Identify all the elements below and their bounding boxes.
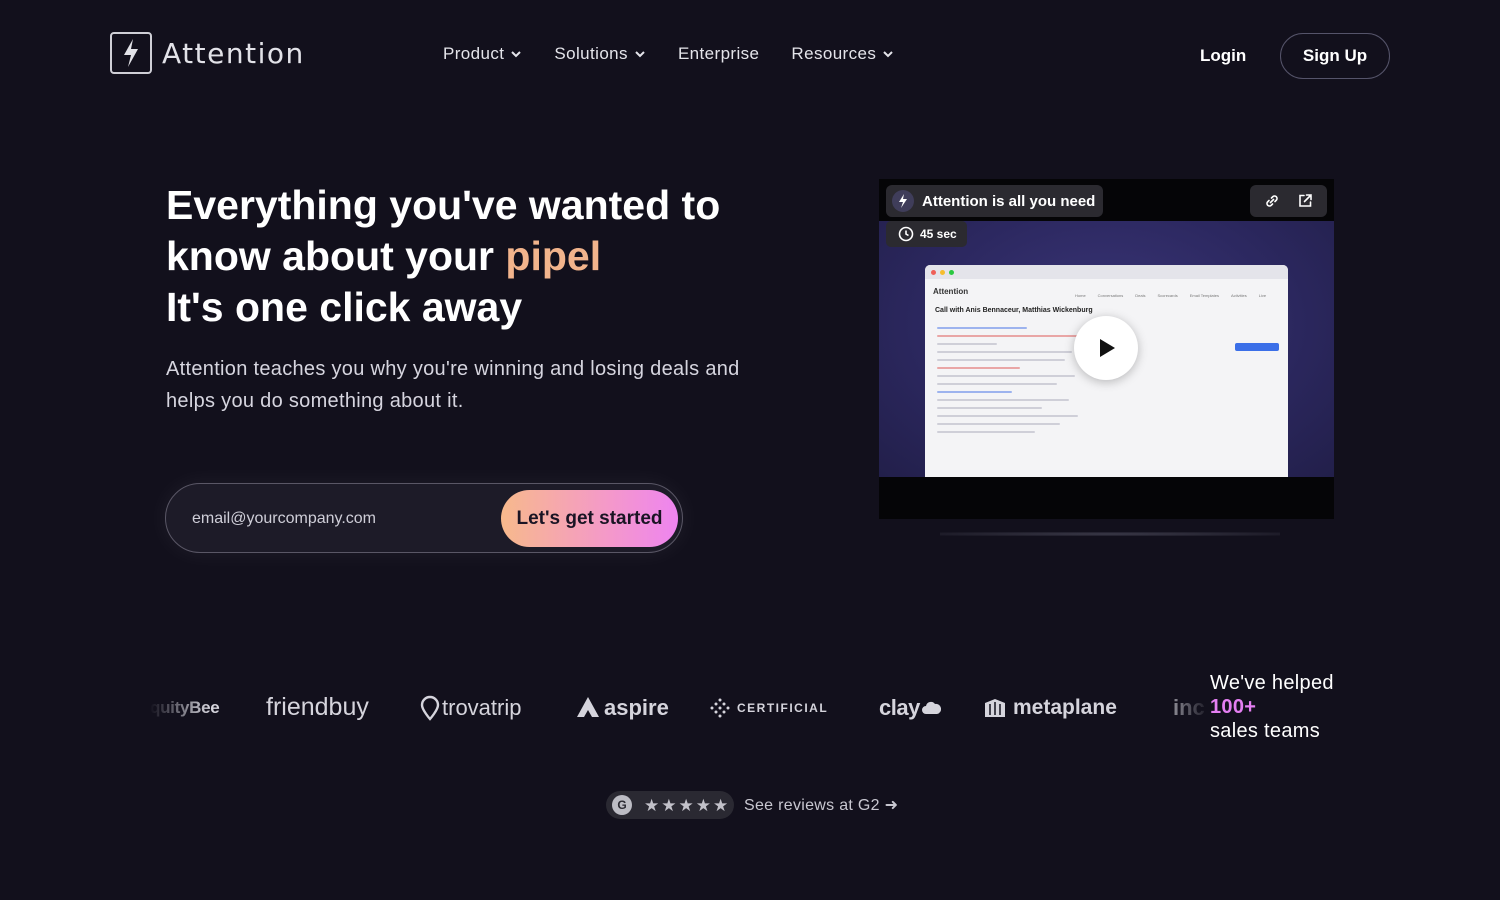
chevron-down-icon	[511, 51, 522, 58]
video-title: Attention is all you need	[922, 192, 1096, 210]
chevron-down-icon	[635, 51, 645, 58]
video-glow	[940, 532, 1280, 536]
g2-rating-badge[interactable]: G ★ ★ ★ ★ ★	[606, 791, 734, 819]
app-transcript	[937, 327, 1087, 439]
logo-row: quityBee friendbuy trovatrip aspire CERT…	[150, 670, 1210, 745]
star-icon: ★	[678, 795, 694, 815]
nav-item-product[interactable]: Product	[443, 44, 522, 64]
cloud-icon	[921, 701, 941, 714]
brand-logo-friendbuy: friendbuy	[266, 693, 369, 721]
link-icon[interactable]	[1263, 192, 1281, 210]
video-player[interactable]: Attention Home Conversations Deals Score…	[879, 179, 1334, 519]
brand-logo-aspire: aspire	[575, 695, 709, 721]
lightning-bolt-icon	[892, 190, 914, 212]
video-duration: 45 sec	[886, 221, 967, 247]
app-nav-item: Home	[1075, 293, 1086, 298]
external-link-icon[interactable]	[1296, 192, 1314, 210]
browser-bar	[925, 265, 1288, 279]
brand-logo-trovatrip: trovatrip	[420, 695, 575, 721]
app-heading: Call with Anis Bennaceur, Matthias Wicke…	[935, 307, 1093, 314]
helped-line3: sales teams	[1210, 720, 1321, 742]
play-icon	[1100, 339, 1115, 357]
brand-name: Attention	[162, 36, 305, 70]
lightning-bolt-icon	[110, 32, 152, 74]
video-title-pill: Attention is all you need	[886, 185, 1104, 217]
brand-logo[interactable]: Attention	[110, 32, 305, 74]
brand-logo-certificial: CERTIFICIAL	[709, 697, 879, 719]
dots-grid-icon	[710, 698, 730, 717]
top-nav: Attention Product Solutions Enterprise R…	[0, 0, 1500, 112]
app-logo: Attention	[933, 287, 969, 296]
star-icon: ★	[713, 795, 729, 815]
login-link[interactable]: Login	[1200, 46, 1246, 66]
g2-reviews-link[interactable]: See reviews at G2 ➜	[744, 795, 898, 815]
hero-title-line3: It's one click away	[166, 284, 523, 330]
app-nav-item: Deals	[1135, 293, 1146, 298]
star-icon: ★	[644, 795, 660, 815]
nav-item-resources[interactable]: Resources	[791, 44, 894, 64]
signup-button[interactable]: Sign Up	[1280, 33, 1390, 79]
app-nav-item: Scorecards	[1157, 293, 1178, 298]
logo-fade-left	[150, 670, 210, 745]
brand-logo-metaplane: metaplane	[983, 696, 1173, 720]
email-input[interactable]	[192, 506, 492, 532]
app-nav-item: Activities	[1231, 293, 1247, 298]
nav-item-label: Enterprise	[677, 44, 760, 63]
metaplane-mark-icon	[985, 698, 1005, 717]
play-button[interactable]	[1074, 316, 1138, 380]
hero-subtitle: Attention teaches you why you're winning…	[166, 358, 740, 412]
hero-title-line1: Everything you've wanted to	[166, 182, 721, 228]
hero-title: Everything you've wanted to know about y…	[166, 180, 806, 333]
g2-logo-icon: G	[612, 795, 632, 815]
chevron-down-icon	[883, 51, 893, 58]
hero-title-accent: pipel	[505, 233, 602, 279]
app-action-button	[1235, 343, 1279, 351]
video-actions	[1250, 185, 1327, 217]
hero-title-line2: know about your	[166, 233, 506, 279]
helped-line1: We've helped	[1210, 672, 1334, 694]
app-nav-item: Conversations	[1097, 293, 1124, 298]
helped-stat: We've helped 100+ sales teams	[1210, 671, 1334, 743]
app-nav-item: Email Templates	[1189, 293, 1219, 298]
app-nav-item: Live	[1258, 293, 1267, 298]
get-started-button[interactable]: Let's get started	[501, 490, 678, 547]
nav-item-label: Product	[443, 44, 505, 63]
aspire-mark-icon	[577, 696, 599, 717]
main-menu: Product Solutions Enterprise Resources	[443, 44, 894, 64]
customer-logos: quityBee friendbuy trovatrip aspire CERT…	[150, 670, 1210, 745]
nav-item-label: Solutions	[554, 44, 628, 63]
video-duration-label: 45 sec	[920, 227, 957, 241]
map-pin-icon	[420, 695, 440, 721]
star-icon: ★	[661, 795, 677, 815]
nav-item-solutions[interactable]: Solutions	[554, 44, 646, 64]
logo-fade-right	[1150, 670, 1210, 745]
brand-logo-clay: clay	[879, 695, 983, 721]
clock-icon	[898, 226, 914, 242]
star-icon: ★	[695, 795, 711, 815]
email-signup-form: Let's get started	[165, 483, 683, 553]
nav-item-enterprise[interactable]: Enterprise	[678, 44, 759, 64]
helped-count: 100+	[1210, 696, 1257, 718]
nav-item-label: Resources	[791, 44, 877, 63]
app-nav: Home Conversations Deals Scorecards Emai…	[1075, 293, 1266, 298]
